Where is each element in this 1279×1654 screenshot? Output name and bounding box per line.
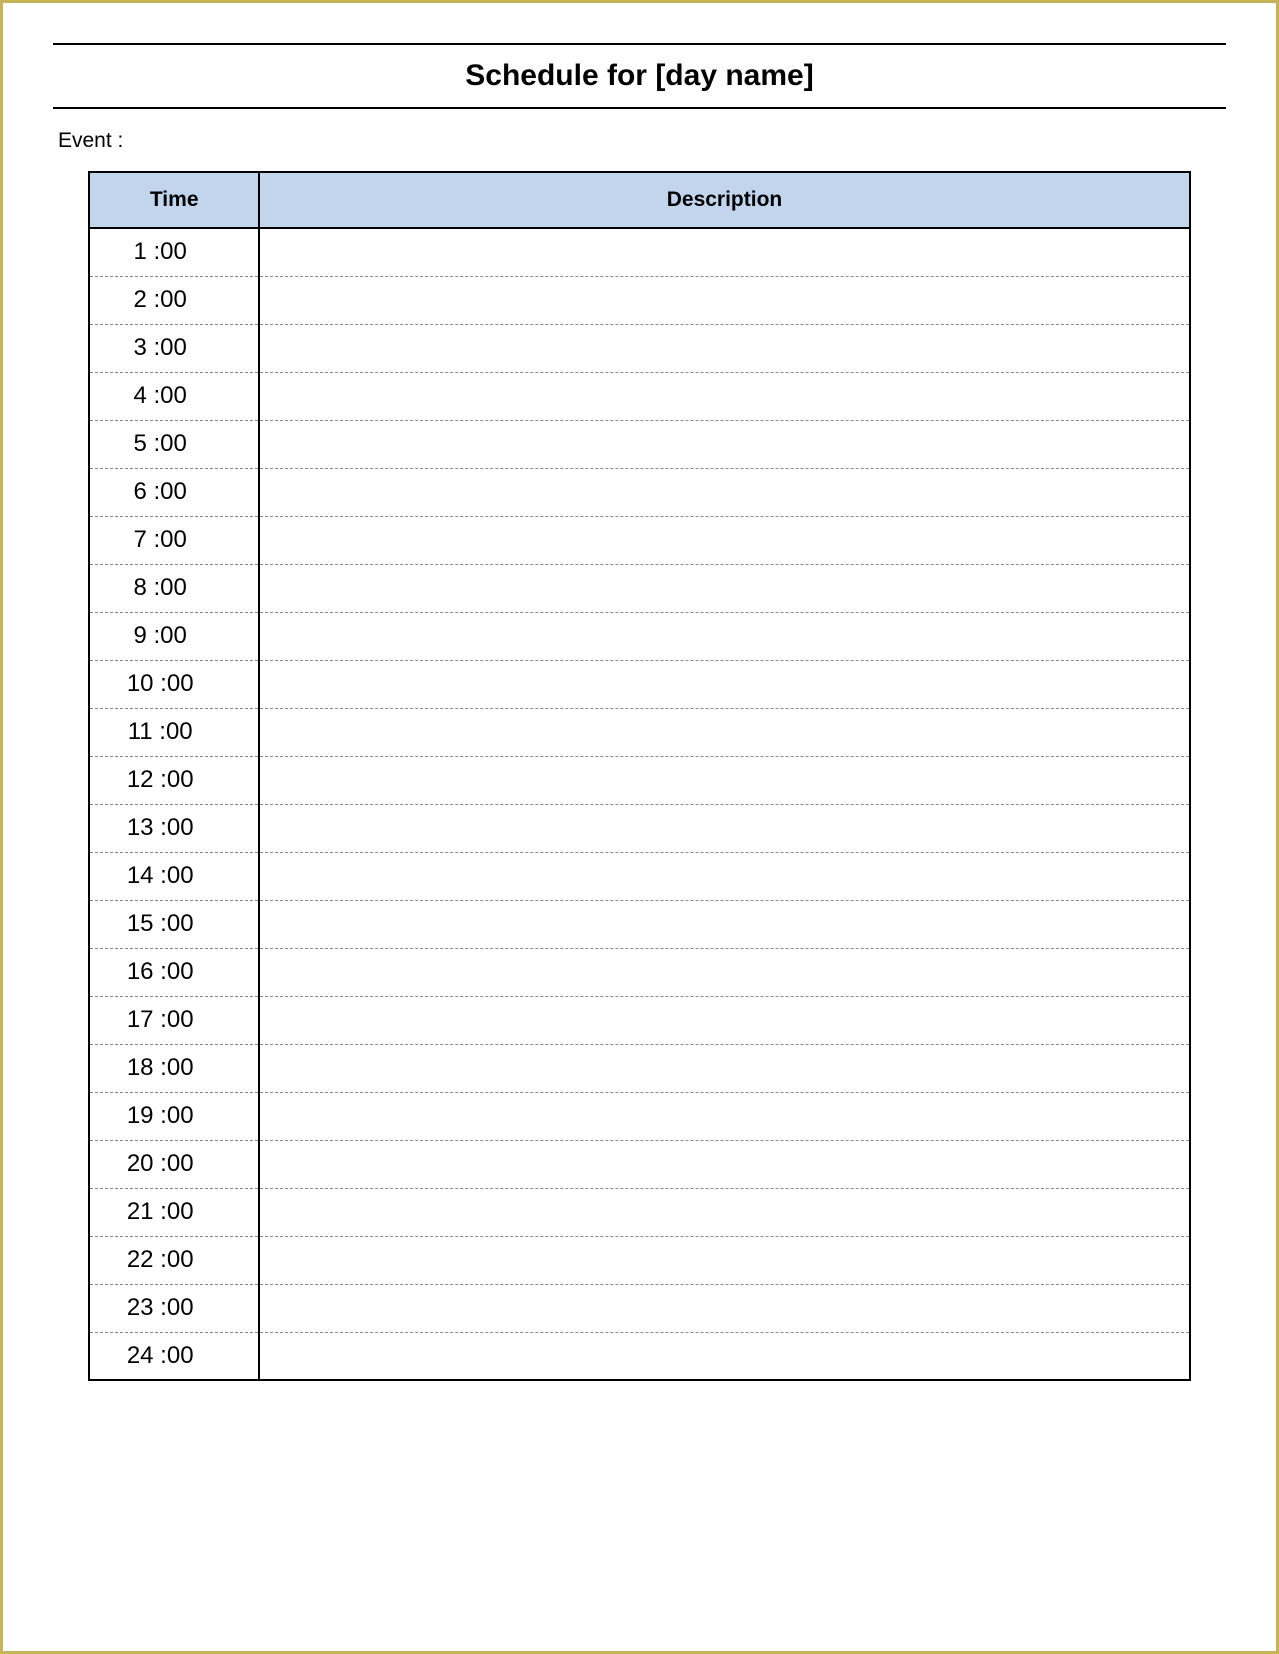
time-cell: 3 :00 xyxy=(89,324,259,372)
table-row: 14 :00 xyxy=(89,852,1190,900)
time-cell: 2 :00 xyxy=(89,276,259,324)
table-row: 13 :00 xyxy=(89,804,1190,852)
table-row: 10 :00 xyxy=(89,660,1190,708)
time-cell: 6 :00 xyxy=(89,468,259,516)
description-cell[interactable] xyxy=(259,372,1190,420)
time-cell: 19 :00 xyxy=(89,1092,259,1140)
time-cell: 10 :00 xyxy=(89,660,259,708)
description-cell[interactable] xyxy=(259,612,1190,660)
time-cell: 13 :00 xyxy=(89,804,259,852)
title-section: Schedule for [day name] xyxy=(53,43,1226,109)
description-cell[interactable] xyxy=(259,756,1190,804)
table-row: 19 :00 xyxy=(89,1092,1190,1140)
time-cell: 1 :00 xyxy=(89,228,259,276)
time-cell: 14 :00 xyxy=(89,852,259,900)
time-cell: 16 :00 xyxy=(89,948,259,996)
schedule-table: Time Description 1 :002 :003 :004 :005 :… xyxy=(88,171,1191,1381)
time-cell: 15 :00 xyxy=(89,900,259,948)
time-cell: 7 :00 xyxy=(89,516,259,564)
table-row: 2 :00 xyxy=(89,276,1190,324)
table-row: 3 :00 xyxy=(89,324,1190,372)
table-row: 6 :00 xyxy=(89,468,1190,516)
table-header-row: Time Description xyxy=(89,172,1190,228)
time-cell: 17 :00 xyxy=(89,996,259,1044)
time-cell: 5 :00 xyxy=(89,420,259,468)
description-cell[interactable] xyxy=(259,420,1190,468)
header-description: Description xyxy=(259,172,1190,228)
table-row: 24 :00 xyxy=(89,1332,1190,1380)
description-cell[interactable] xyxy=(259,804,1190,852)
table-row: 17 :00 xyxy=(89,996,1190,1044)
description-cell[interactable] xyxy=(259,1284,1190,1332)
description-cell[interactable] xyxy=(259,660,1190,708)
time-cell: 4 :00 xyxy=(89,372,259,420)
table-row: 12 :00 xyxy=(89,756,1190,804)
description-cell[interactable] xyxy=(259,1332,1190,1380)
description-cell[interactable] xyxy=(259,1188,1190,1236)
time-cell: 9 :00 xyxy=(89,612,259,660)
time-cell: 23 :00 xyxy=(89,1284,259,1332)
header-time: Time xyxy=(89,172,259,228)
time-cell: 11 :00 xyxy=(89,708,259,756)
table-row: 20 :00 xyxy=(89,1140,1190,1188)
time-cell: 12 :00 xyxy=(89,756,259,804)
description-cell[interactable] xyxy=(259,1044,1190,1092)
description-cell[interactable] xyxy=(259,900,1190,948)
description-cell[interactable] xyxy=(259,852,1190,900)
description-cell[interactable] xyxy=(259,1236,1190,1284)
description-cell[interactable] xyxy=(259,564,1190,612)
table-row: 22 :00 xyxy=(89,1236,1190,1284)
table-row: 5 :00 xyxy=(89,420,1190,468)
description-cell[interactable] xyxy=(259,996,1190,1044)
description-cell[interactable] xyxy=(259,1140,1190,1188)
table-row: 1 :00 xyxy=(89,228,1190,276)
time-cell: 24 :00 xyxy=(89,1332,259,1380)
page-title: Schedule for [day name] xyxy=(53,59,1226,93)
table-row: 18 :00 xyxy=(89,1044,1190,1092)
description-cell[interactable] xyxy=(259,468,1190,516)
table-row: 11 :00 xyxy=(89,708,1190,756)
description-cell[interactable] xyxy=(259,948,1190,996)
time-cell: 20 :00 xyxy=(89,1140,259,1188)
table-row: 7 :00 xyxy=(89,516,1190,564)
description-cell[interactable] xyxy=(259,516,1190,564)
description-cell[interactable] xyxy=(259,276,1190,324)
description-cell[interactable] xyxy=(259,1092,1190,1140)
time-cell: 22 :00 xyxy=(89,1236,259,1284)
description-cell[interactable] xyxy=(259,708,1190,756)
table-row: 16 :00 xyxy=(89,948,1190,996)
time-cell: 21 :00 xyxy=(89,1188,259,1236)
description-cell[interactable] xyxy=(259,228,1190,276)
event-label: Event : xyxy=(53,129,1226,153)
time-cell: 18 :00 xyxy=(89,1044,259,1092)
table-row: 4 :00 xyxy=(89,372,1190,420)
time-cell: 8 :00 xyxy=(89,564,259,612)
table-row: 15 :00 xyxy=(89,900,1190,948)
table-row: 8 :00 xyxy=(89,564,1190,612)
table-row: 21 :00 xyxy=(89,1188,1190,1236)
table-row: 9 :00 xyxy=(89,612,1190,660)
description-cell[interactable] xyxy=(259,324,1190,372)
table-row: 23 :00 xyxy=(89,1284,1190,1332)
